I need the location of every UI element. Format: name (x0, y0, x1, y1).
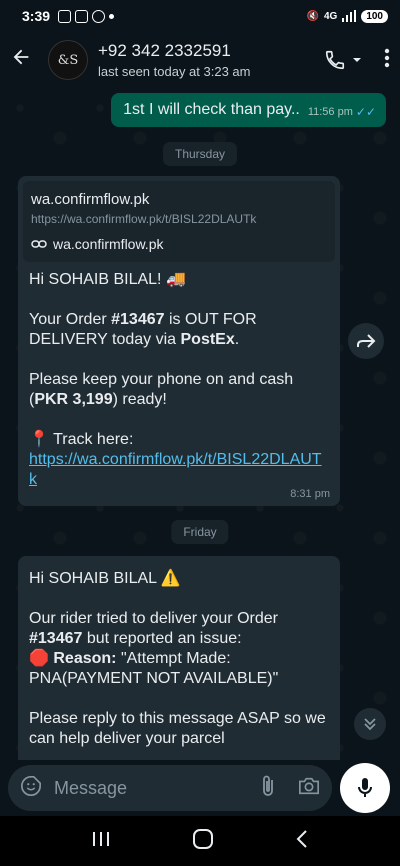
double-chevron-down-icon (364, 718, 376, 731)
reply-request-text: Please reply to this message ASAP so we … (29, 710, 326, 747)
mute-icon: 🔇 (306, 10, 319, 22)
contact-info[interactable]: +92 342 2332591 last seen today at 3:23 … (98, 41, 250, 79)
message-text: 1st I will check than pay.. (123, 101, 300, 118)
input-actions (260, 774, 320, 803)
incoming-message[interactable]: Hi SOHAIB BILAL ⚠️ Our rider tried to de… (18, 556, 340, 760)
system-navigation-bar (0, 816, 400, 866)
link-preview-card[interactable]: wa.confirmflow.pk https://wa.confirmflow… (23, 181, 335, 262)
delivery-issue-text: Our rider tried to deliver your Order #1… (29, 610, 278, 647)
call-button[interactable] (324, 49, 362, 71)
chat-messages[interactable]: 1st I will check than pay.. 11:56 pm ✓✓ … (0, 88, 400, 760)
stop-sign-icon: 🛑 (29, 650, 49, 667)
message-time: 11:56 pm (307, 106, 353, 118)
status-right: 🔇 4G 100 (306, 9, 388, 23)
message-body: Hi SOHAIB BILAL ⚠️ Our rider tried to de… (23, 561, 335, 753)
sticker-icon[interactable] (20, 775, 42, 802)
contact-name: +92 342 2332591 (98, 41, 231, 60)
more-options-icon[interactable] (384, 48, 390, 73)
message-input[interactable] (54, 777, 224, 799)
reason-label: Reason: (53, 650, 117, 667)
track-label: 📍 Track here: (29, 431, 134, 448)
forward-icon (357, 334, 376, 348)
contact-last-seen: last seen today at 3:23 am (98, 64, 251, 79)
phone-icon (325, 50, 345, 70)
app-notification-icon (92, 9, 106, 23)
voice-record-button[interactable] (340, 763, 390, 813)
battery-indicator: 100 (361, 9, 388, 23)
courier-name: PostEx (180, 331, 235, 348)
message-composer (0, 760, 400, 816)
greeting-text: Hi SOHAIB BILAL ⚠️ (29, 570, 181, 587)
chat-header: &S +92 342 2332591 last seen today at 3:… (0, 32, 400, 88)
scroll-to-bottom-button[interactable] (354, 708, 386, 740)
outgoing-message[interactable]: 1st I will check than pay.. 11:56 pm ✓✓ (111, 93, 386, 127)
chevron-down-icon (353, 58, 361, 62)
link-domain-text: wa.confirmflow.pk (53, 236, 164, 252)
track-link[interactable]: https://wa.confirmflow.pk/t/BISL22DLAUTk (29, 451, 322, 488)
signal-icon (342, 10, 357, 22)
message-input-container (8, 765, 332, 811)
header-actions (324, 48, 390, 73)
link-icon (31, 240, 47, 248)
back-arrow-icon[interactable] (10, 46, 40, 75)
link-preview-url: https://wa.confirmflow.pk/t/BISL22DLAUTk (31, 212, 257, 226)
microphone-icon (358, 778, 372, 797)
date-divider: Thursday (162, 142, 238, 166)
message-meta: 11:56 pm ✓✓ (308, 105, 376, 119)
order-number: #13467 (111, 311, 165, 328)
avatar[interactable]: &S (48, 40, 88, 80)
track-block: 📍 Track here: https://wa.confirmflow.pk/t… (29, 430, 329, 490)
recent-apps-icon[interactable] (91, 830, 111, 853)
attach-icon[interactable] (260, 774, 276, 803)
cash-text: Please keep your phone on and cash (PKR … (29, 371, 294, 408)
reason-text: 🛑 Reason: "Attempt Made: PNA(PAYMENT NOT… (29, 649, 329, 689)
messenger-icon (75, 9, 89, 23)
message-time: 8:31 pm (290, 488, 330, 500)
link-preview-domain: wa.confirmflow.pk (31, 236, 327, 252)
cash-amount: PKR 3,199 (34, 391, 113, 408)
incoming-message[interactable]: wa.confirmflow.pk https://wa.confirmflow… (18, 176, 340, 506)
greeting-text: Hi SOHAIB BILAL! 🚚 (29, 271, 186, 288)
message-body: Hi SOHAIB BILAL! 🚚 Your Order #13467 is … (23, 262, 335, 494)
order-status-text: Your Order #13467 is OUT FOR DELIVERY to… (29, 311, 257, 348)
status-notification-icons (58, 9, 115, 23)
date-divider: Friday (171, 520, 229, 544)
link-preview-title: wa.confirmflow.pk (31, 191, 150, 208)
camera-icon[interactable] (298, 776, 320, 801)
back-nav-icon[interactable] (295, 829, 309, 854)
status-time: 3:39 (22, 8, 51, 24)
screenshot-icon (58, 9, 72, 23)
order-number: #13467 (29, 630, 83, 647)
home-icon[interactable] (192, 828, 214, 855)
network-type: 4G (323, 10, 338, 22)
read-receipt-icon: ✓✓ (355, 105, 376, 119)
more-notifications-dot-icon (109, 13, 115, 19)
status-bar: 3:39 🔇 4G 100 (0, 0, 400, 32)
forward-button[interactable] (348, 323, 384, 359)
